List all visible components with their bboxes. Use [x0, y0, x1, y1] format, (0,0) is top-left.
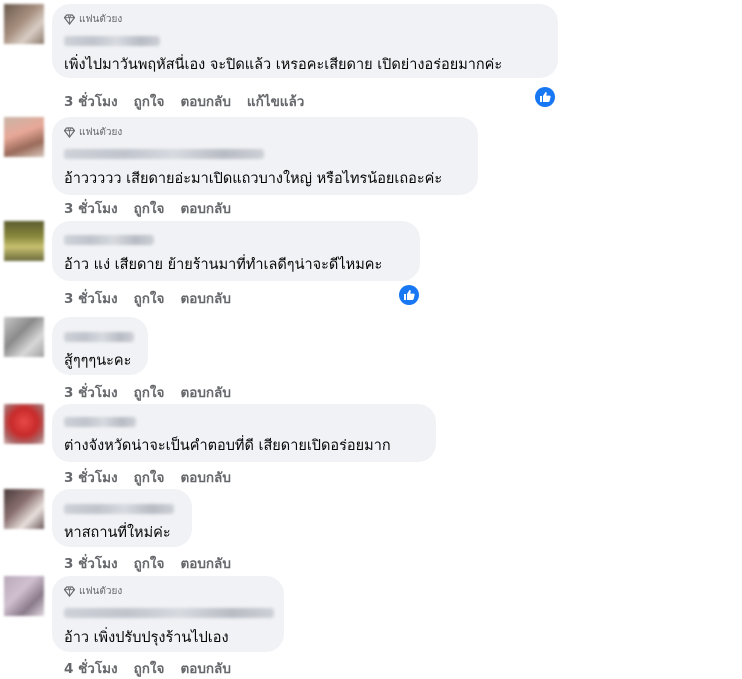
- commenter-name[interactable]: [64, 36, 160, 46]
- top-fan-badge: แฟนตัวยง: [64, 125, 122, 140]
- comment-timestamp[interactable]: 3 ชั่วโมง: [64, 466, 118, 488]
- comment-timestamp[interactable]: 4 ชั่วโมง: [64, 657, 118, 679]
- comment-bubble: แฟนตัวยง เพิ่งไปมาวันพฤหัสนี่เอง จะปิดแล…: [52, 4, 558, 78]
- comment-timestamp[interactable]: 3 ชั่วโมง: [64, 552, 118, 574]
- comment-text: เพิ่งไปมาวันพฤหัสนี่เอง จะปิดแล้ว เหรอคะ…: [64, 57, 503, 73]
- reply-button[interactable]: ตอบกลับ: [180, 197, 230, 219]
- edited-label[interactable]: แก้ไขแล้ว: [247, 90, 304, 112]
- commenter-name[interactable]: [64, 417, 136, 427]
- avatar[interactable]: [4, 576, 44, 616]
- comment-actions: 3 ชั่วโมง ถูกใจ ตอบกลับ: [64, 552, 231, 574]
- comment-text: อ้าววววว เสียดายอ่ะมาเปิดแถวบางใหญ่ หรือ…: [64, 171, 443, 187]
- top-fan-label: แฟนตัวยง: [79, 586, 123, 597]
- comment-text: อ้าว แง่ เสียดาย ย้ายร้านมาที่ทำเลดีๆน่า…: [64, 257, 383, 273]
- top-fan-badge: แฟนตัวยง: [64, 12, 122, 27]
- avatar[interactable]: [4, 404, 44, 444]
- comment-actions: 3 ชั่วโมง ถูกใจ ตอบกลับ: [64, 197, 231, 219]
- avatar[interactable]: [4, 117, 44, 157]
- comment-bubble: สู้ๆๆๆนะคะ: [52, 317, 148, 375]
- top-fan-label: แฟนตัวยง: [79, 127, 123, 138]
- like-button[interactable]: ถูกใจ: [134, 657, 165, 679]
- comment-text: อ้าว เพิ่งปรับปรุงร้านไปเอง: [64, 630, 229, 646]
- like-button[interactable]: ถูกใจ: [134, 466, 165, 488]
- comment-actions: 3 ชั่วโมง ถูกใจ ตอบกลับ: [64, 466, 231, 488]
- comment-text: หาสถานที่ใหม่ค่ะ: [64, 525, 171, 541]
- comment-actions: 3 ชั่วโมง ถูกใจ ตอบกลับ: [64, 381, 231, 403]
- reply-button[interactable]: ตอบกลับ: [180, 466, 230, 488]
- comment-bubble: แฟนตัวยง อ้าว เพิ่งปรับปรุงร้านไปเอง: [52, 576, 284, 652]
- like-button[interactable]: ถูกใจ: [134, 197, 165, 219]
- comment-bubble: แฟนตัวยง อ้าววววว เสียดายอ่ะมาเปิดแถวบาง…: [52, 117, 478, 195]
- diamond-icon: [64, 586, 75, 597]
- comment-timestamp[interactable]: 3 ชั่วโมง: [64, 381, 118, 403]
- commenter-name[interactable]: [64, 504, 174, 514]
- commenter-name[interactable]: [64, 332, 134, 342]
- comment-actions: 3 ชั่วโมง ถูกใจ ตอบกลับ แก้ไขแล้ว: [64, 90, 304, 112]
- top-fan-badge: แฟนตัวยง: [64, 584, 122, 599]
- reply-button[interactable]: ตอบกลับ: [180, 381, 230, 403]
- comment-actions: 3 ชั่วโมง ถูกใจ ตอบกลับ: [64, 287, 231, 309]
- diamond-icon: [64, 127, 75, 138]
- avatar[interactable]: [4, 489, 44, 529]
- commenter-name[interactable]: [64, 608, 274, 618]
- comment-timestamp[interactable]: 3 ชั่วโมง: [64, 90, 118, 112]
- reply-button[interactable]: ตอบกลับ: [180, 552, 230, 574]
- comment-bubble: อ้าว แง่ เสียดาย ย้ายร้านมาที่ทำเลดีๆน่า…: [52, 221, 420, 281]
- top-fan-label: แฟนตัวยง: [79, 14, 123, 25]
- like-button[interactable]: ถูกใจ: [134, 287, 165, 309]
- like-button[interactable]: ถูกใจ: [134, 381, 165, 403]
- like-reaction-icon[interactable]: [399, 285, 419, 305]
- diamond-icon: [64, 14, 75, 25]
- reply-button[interactable]: ตอบกลับ: [180, 657, 230, 679]
- reply-button[interactable]: ตอบกลับ: [180, 287, 230, 309]
- comment-actions: 4 ชั่วโมง ถูกใจ ตอบกลับ: [64, 657, 231, 679]
- comment-text: ต่างจังหวัดน่าจะเป็นคำตอบที่ดี เสียดายเป…: [64, 438, 391, 454]
- comment-timestamp[interactable]: 3 ชั่วโมง: [64, 197, 118, 219]
- like-button[interactable]: ถูกใจ: [134, 90, 165, 112]
- commenter-name[interactable]: [64, 149, 264, 159]
- comment-timestamp[interactable]: 3 ชั่วโมง: [64, 287, 118, 309]
- like-reaction-icon[interactable]: [535, 87, 555, 107]
- like-button[interactable]: ถูกใจ: [134, 552, 165, 574]
- reply-button[interactable]: ตอบกลับ: [180, 90, 230, 112]
- avatar[interactable]: [4, 317, 44, 357]
- comment-bubble: หาสถานที่ใหม่ค่ะ: [52, 489, 192, 547]
- comment-bubble: ต่างจังหวัดน่าจะเป็นคำตอบที่ดี เสียดายเป…: [52, 404, 436, 462]
- commenter-name[interactable]: [64, 235, 154, 245]
- comment-text: สู้ๆๆๆนะคะ: [64, 353, 132, 369]
- avatar[interactable]: [4, 4, 44, 44]
- avatar[interactable]: [4, 221, 44, 261]
